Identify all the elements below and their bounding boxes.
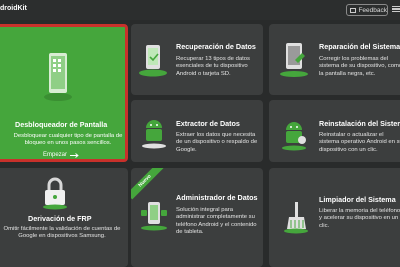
card-screen-unlocker[interactable]: Desbloqueador de Pantalla Desbloquear cu… <box>0 24 128 162</box>
arrow-right-icon <box>70 152 79 158</box>
card-title: Reparación del Sistema <box>319 42 400 51</box>
app-title: droidKit <box>0 5 27 12</box>
card-title: Administrador de Datos <box>176 193 258 202</box>
menu-icon[interactable] <box>392 4 400 14</box>
card-system-reinstall[interactable]: Reinstalación del Sistema Reinstalar o a… <box>269 100 400 162</box>
start-link[interactable]: Empezar <box>43 152 79 158</box>
card-description: Desbloquear cualquier tipo de pantalla d… <box>13 133 123 147</box>
phone-manager-icon <box>139 200 169 237</box>
card-description: Liberar la memoria del teléfono y aceler… <box>319 208 400 229</box>
card-title: Derivación de FRP <box>28 214 92 223</box>
card-data-recovery[interactable]: Recuperación de Datos Recuperar 13 tipos… <box>131 24 263 95</box>
broom-icon <box>283 200 309 239</box>
phone-unlock-icon <box>43 51 73 108</box>
card-title: Limpiador del Sistema <box>319 195 396 204</box>
card-description: Reinstalar o actualizar el sistema opera… <box>319 132 400 153</box>
phone-recovery-icon <box>137 42 169 83</box>
card-description: Omitir fácilmente la validación de cuent… <box>3 226 121 240</box>
card-title: Desbloqueador de Pantalla <box>15 120 108 129</box>
card-title: Reinstalación del Sistema <box>319 119 400 128</box>
title-bar: droidKit Feedback <box>0 0 400 20</box>
card-description: Extraer los datos que necesita de un dis… <box>176 132 258 153</box>
card-system-repair[interactable]: Reparación del Sistema Corregir los prob… <box>269 24 400 95</box>
new-badge: Nuevo <box>131 168 164 200</box>
phone-repair-icon <box>279 40 309 83</box>
mail-icon <box>350 7 357 13</box>
card-data-extractor[interactable]: Extractor de Datos Extraer los datos que… <box>131 100 263 162</box>
start-label: Empezar <box>43 152 68 158</box>
card-title: Extractor de Datos <box>176 119 240 128</box>
card-description: Solución integral para administrar compl… <box>176 207 257 235</box>
android-reinstall-icon <box>281 118 307 157</box>
feedback-button[interactable]: Feedback <box>346 4 388 16</box>
card-title: Recuperación de Datos <box>176 42 256 51</box>
feedback-label: Feedback <box>358 6 387 14</box>
card-description: Recuperar 13 tipos de datos esenciales d… <box>176 56 251 77</box>
card-frp-bypass[interactable]: Derivación de FRP Omitir fácilmente la v… <box>0 168 128 267</box>
card-system-cleaner[interactable]: Limpiador del Sistema Liberar la memoria… <box>269 168 400 267</box>
lock-icon <box>42 176 68 215</box>
card-data-manager[interactable]: Nuevo Administrador de Datos Solución in… <box>131 168 263 267</box>
android-extract-icon <box>141 116 167 155</box>
card-description: Corregir los problemas del sistema de su… <box>319 56 400 77</box>
